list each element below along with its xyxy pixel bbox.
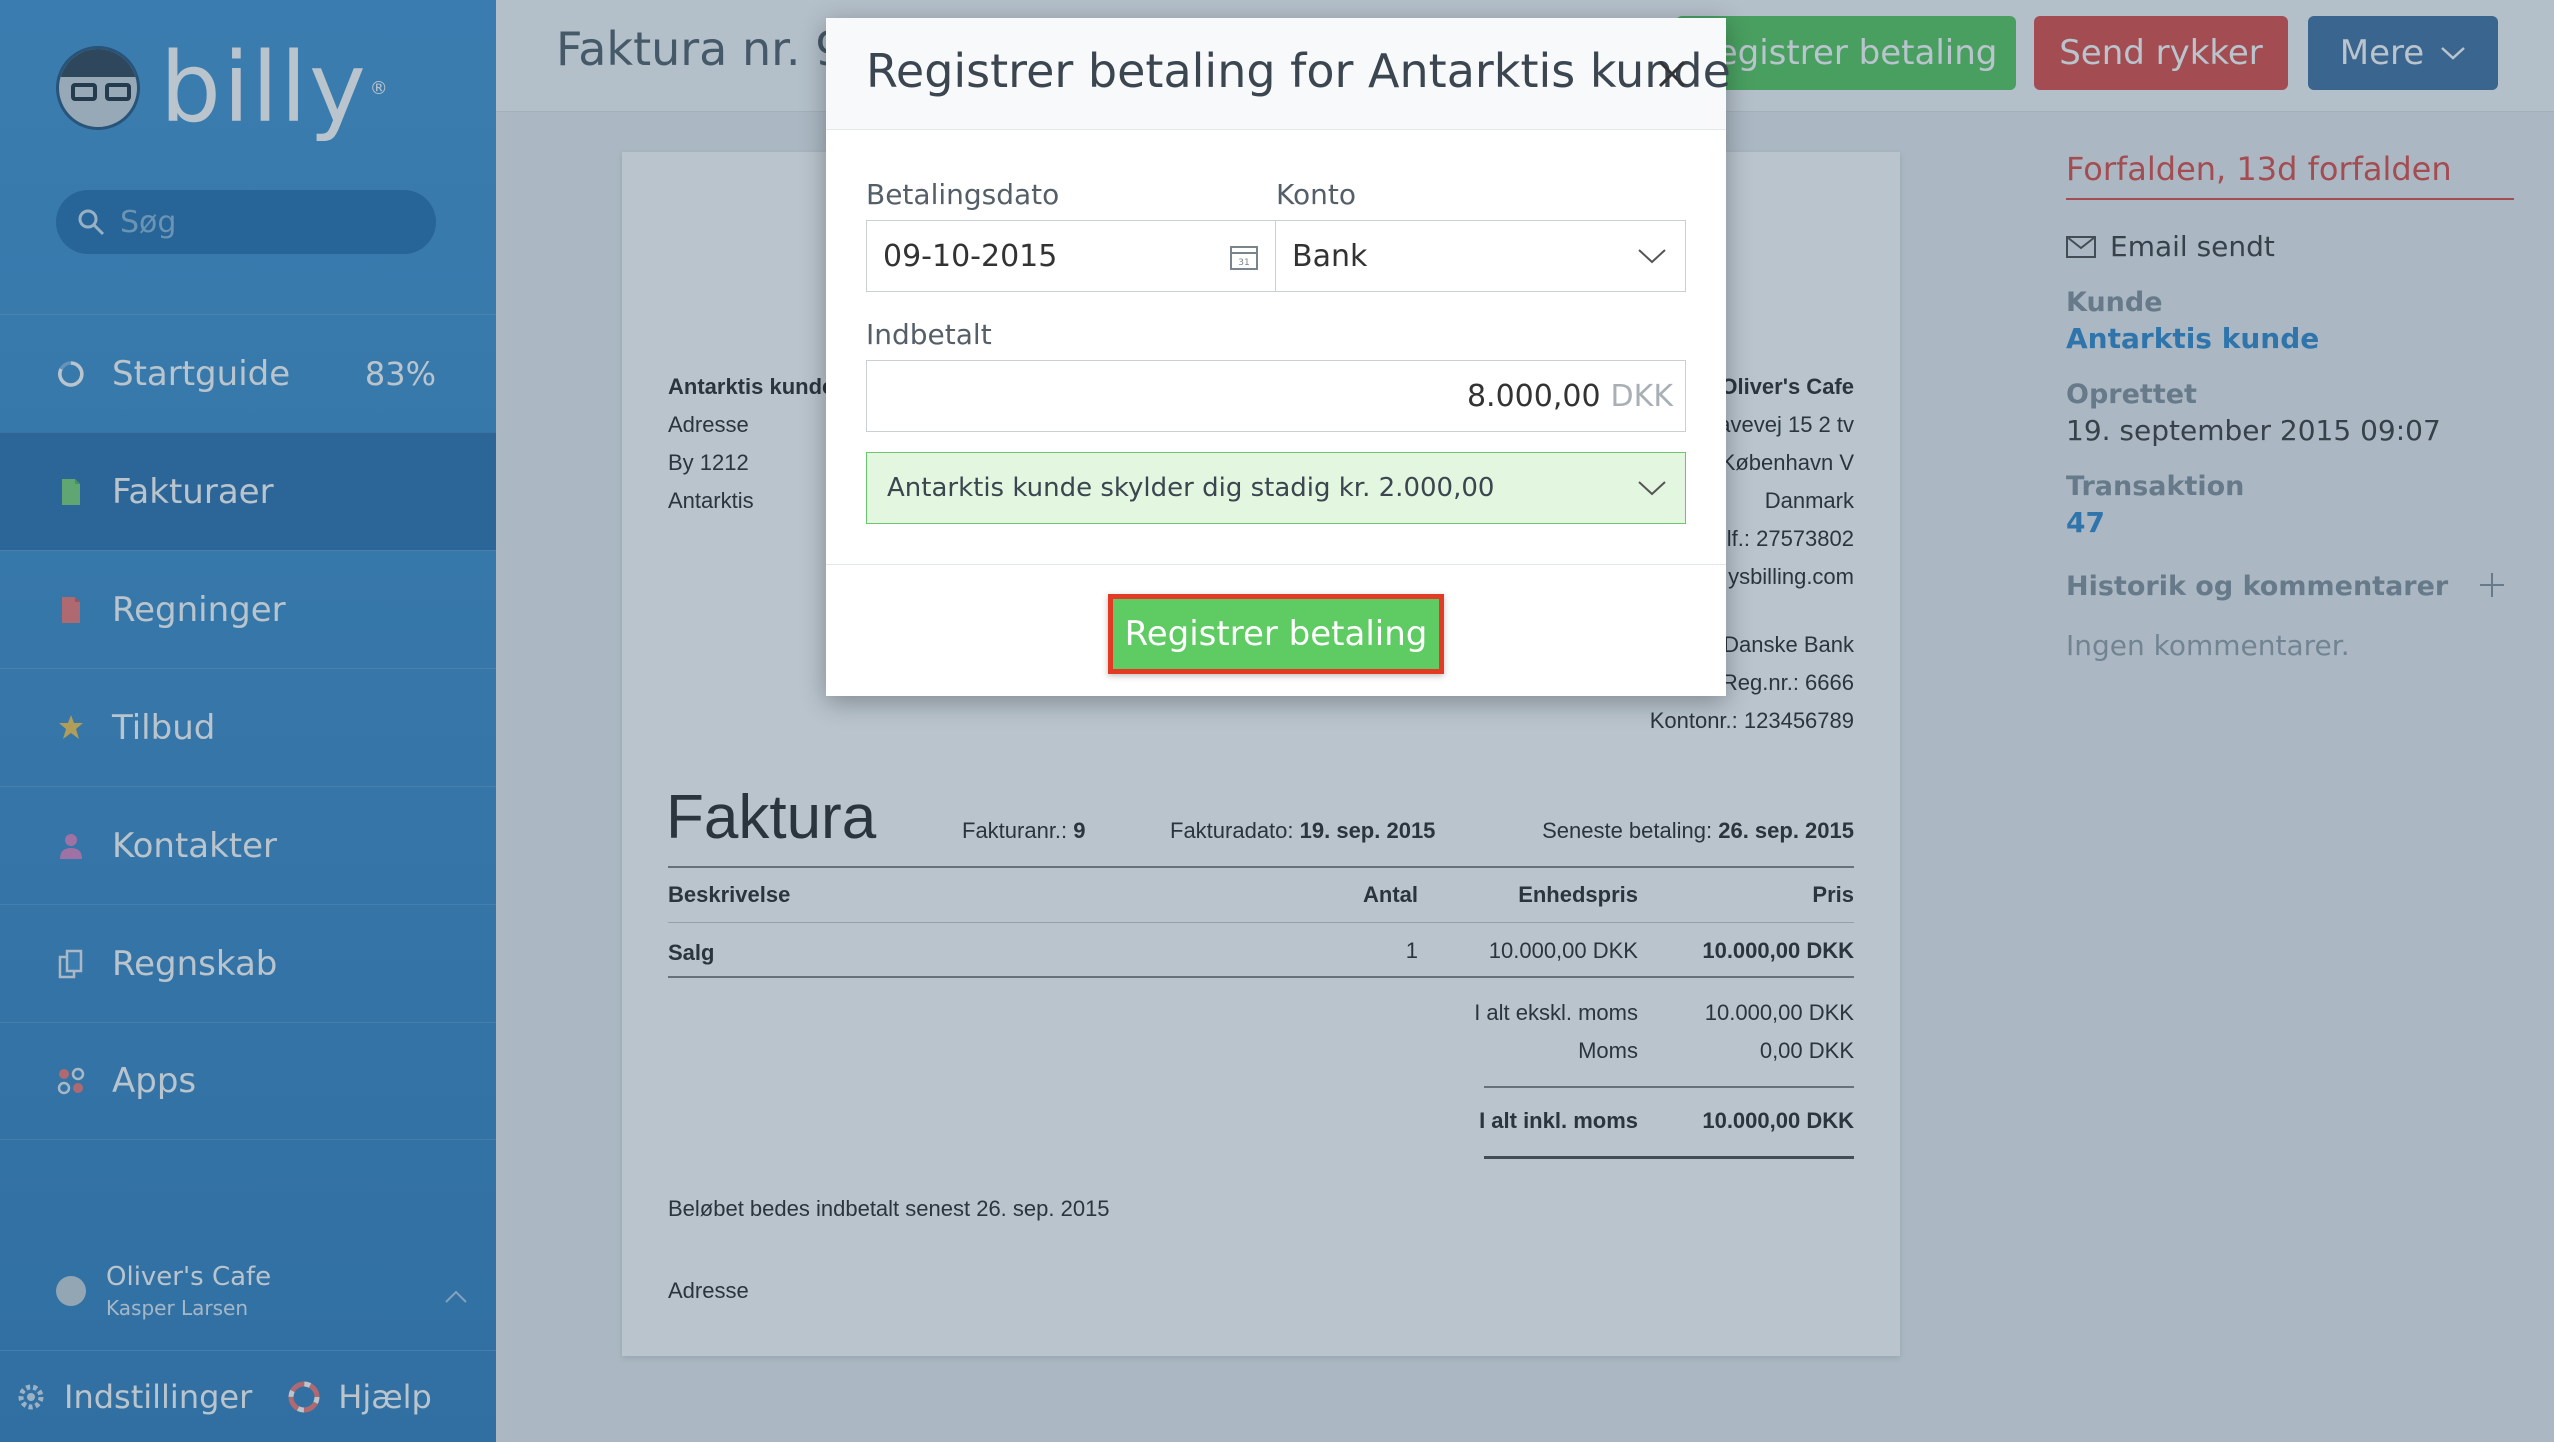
modal-title: Registrer betaling for Antarktis kunde [866, 44, 1731, 98]
chevron-down-icon [1638, 481, 1666, 496]
balance-message: Antarktis kunde skylder dig stadig kr. 2… [887, 473, 1495, 503]
register-payment-submit-button[interactable]: Registrer betaling [1108, 594, 1444, 674]
account-value: Bank [1292, 238, 1368, 274]
payment-date-label: Betalingsdato [866, 178, 1060, 211]
chevron-down-icon [1638, 249, 1666, 264]
modal-footer-divider [826, 564, 1726, 565]
amount-value: 8.000,00 [1466, 378, 1601, 414]
account-select[interactable]: Bank [1275, 220, 1686, 292]
amount-currency: DKK [1610, 378, 1673, 414]
account-label: Konto [1276, 178, 1356, 211]
register-payment-modal: Registrer betaling for Antarktis kunde B… [826, 18, 1731, 696]
calendar-day: 31 [1238, 258, 1249, 268]
close-icon[interactable] [1650, 52, 1694, 96]
calendar-icon[interactable]: 31 [1229, 243, 1259, 271]
modal-header: Registrer betaling for Antarktis kunde [826, 18, 1731, 130]
payment-date-value: 09-10-2015 [883, 238, 1058, 274]
balance-info-dropdown[interactable]: Antarktis kunde skylder dig stadig kr. 2… [866, 452, 1686, 524]
payment-date-field[interactable]: 09-10-2015 31 [866, 220, 1276, 292]
amount-label: Indbetalt [866, 318, 992, 351]
amount-field[interactable]: 8.000,00 DKK [866, 360, 1686, 432]
